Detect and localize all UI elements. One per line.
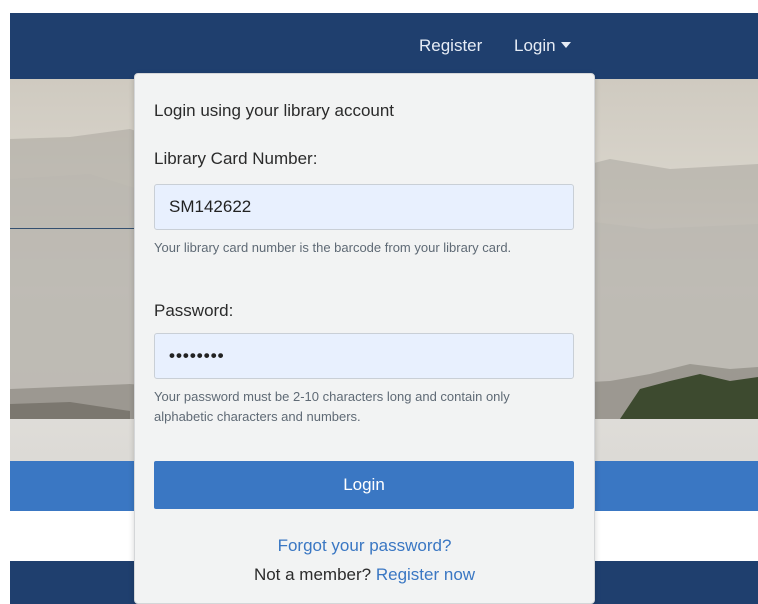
page: Register Login Login using your library … [0,0,758,604]
hero-divider-line [10,228,135,229]
nav-login-dropdown-toggle[interactable]: Login [514,36,571,56]
not-member-text: Not a member? [253,565,372,584]
caret-down-icon [560,42,571,48]
password-input[interactable] [154,333,574,379]
navbar [10,13,758,79]
login-dropdown-panel: Login using your library account Library… [134,73,595,604]
register-now-link[interactable]: Register now [376,565,475,584]
login-heading: Login using your library account [154,101,395,120]
nav-register-link[interactable]: Register [419,36,482,56]
password-help: Your password must be 2-10 characters lo… [154,389,510,424]
card-number-input[interactable] [154,184,574,230]
nav-login-label: Login [514,36,556,55]
top-strip [0,0,758,13]
card-number-label: Library Card Number: [154,149,318,168]
login-button[interactable]: Login [154,461,574,509]
forgot-password-link[interactable]: Forgot your password? [135,536,594,556]
card-number-help: Your library card number is the barcode … [154,240,512,255]
not-member-line: Not a member? Register now [135,565,594,585]
password-label: Password: [154,301,234,320]
